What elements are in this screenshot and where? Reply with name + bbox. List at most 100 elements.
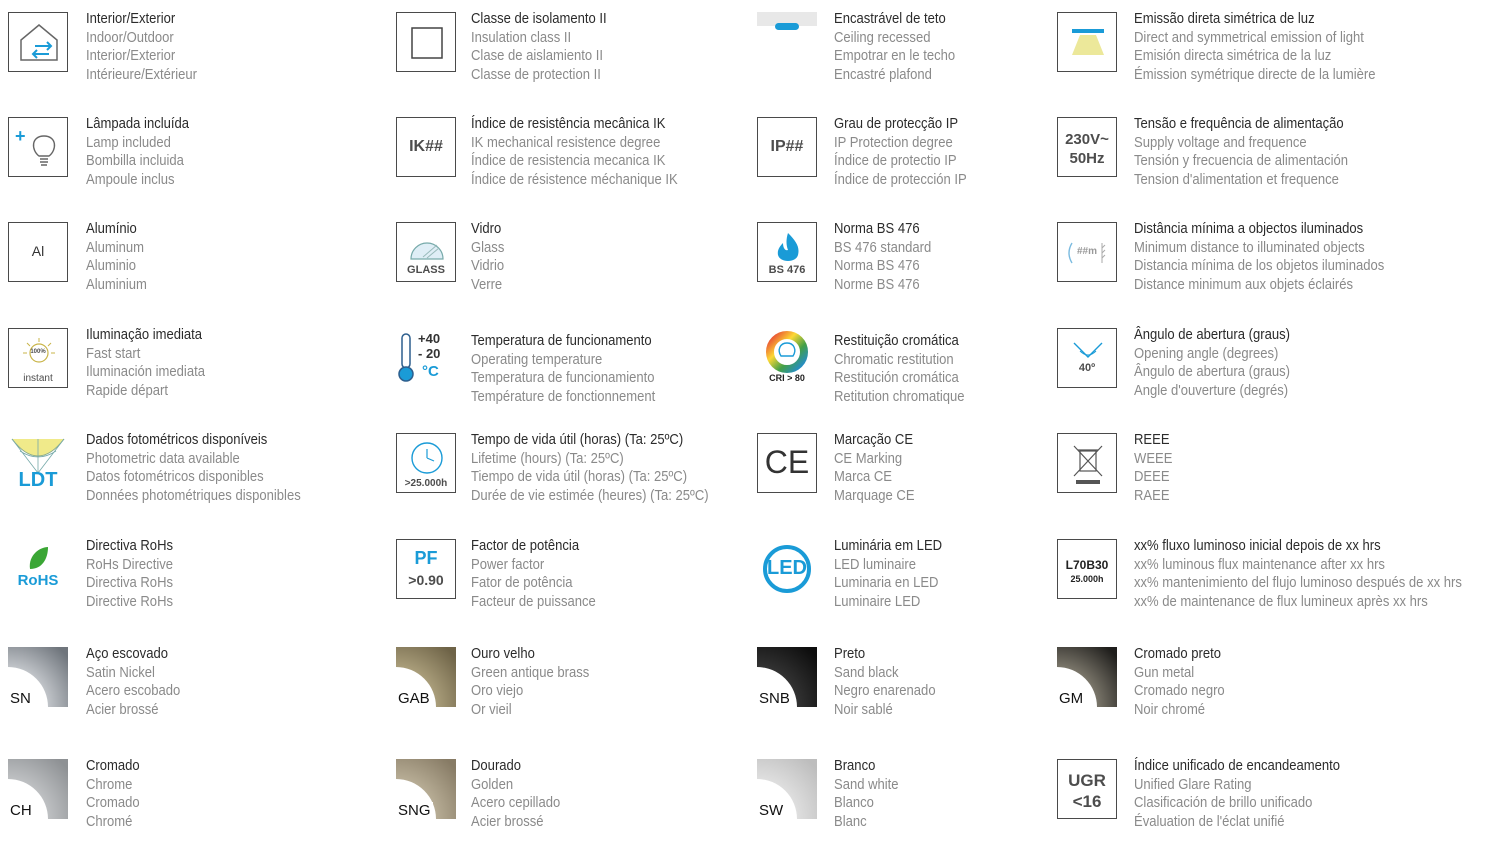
legend-label-group: Alumínio Aluminum Aluminio Aluminium [86,220,147,294]
badge-text: CRI > 80 [769,373,805,383]
label-translation: Acero cepillado [471,795,561,812]
badge-text: +40- 20 [418,331,441,361]
legend-item: Interior/Exterior Indoor/Outdoor Interior/… [8,10,368,112]
label-translation: Datos fotométricos disponibles [86,469,264,486]
legend-label-group: Tensão e frequência de alimentação Supply… [1134,115,1348,189]
legend-item: SN Aço escovado Satin Nickel Acero escobado… [8,645,368,747]
ik-rating-icon: IK## [396,117,456,177]
finish-code: CH [8,802,34,819]
legend-label-group: Aço escovado Satin Nickel Acero escobado Ac… [86,645,180,719]
label-translation: Luminaire LED [834,593,921,610]
label-translation: Encastré plafond [834,66,932,83]
legend-label-group: Iluminação imediata Fast start Iluminación… [86,326,205,400]
indoor-outdoor-icon [8,12,68,72]
label-translation: Sand white [834,776,899,793]
label-primary: xx% fluxo luminoso inicial depois de xx … [1134,538,1381,554]
label-primary: Dados fotométricos disponíveis [86,432,268,448]
finish-code: GM [1057,690,1086,707]
legend-label-group: Emissão direta simétrica de luz Direct an… [1134,10,1376,84]
label-primary: Encastrável de teto [834,11,946,27]
label-primary: Temperatura de funcionamento [471,333,652,349]
legend-label-group: Luminária em LED LED luminaire Luminaria e… [834,537,942,611]
photometric-data-icon: LDT [8,433,68,493]
label-primary: Tensão e frequência de alimentação [1134,116,1344,132]
label-translation: Operating temperature [471,351,603,368]
label-primary: Índice unificado de encandeamento [1134,758,1341,774]
glass-icon: GLASS [396,222,456,282]
legend-item: +40- 20 °C Temperatura de funcionamento Op… [396,328,756,428]
label-primary: Preto [834,646,866,662]
label-translation: Directiva RoHs [86,575,174,592]
label-translation: Tensión y frecuencia de alimentación [1134,153,1349,170]
led-luminaire-icon: LED [757,539,817,599]
legend-label-group: Ouro velho Green antique brass Oro viejo Or… [471,645,589,719]
finish-code: SNG [396,802,433,819]
label-translation: Aluminio [86,258,137,275]
power-factor-icon: PF >0.90 [396,539,456,599]
label-translation: Fator de potência [471,575,573,592]
label-translation: Satin Nickel [86,664,155,681]
badge-text: PF [414,548,438,568]
label-translation: Photometric data available [86,450,240,467]
instant-start-icon: 100% instant [8,328,68,388]
legend-label-group: Vidro Glass Vidrio Verre [471,220,504,294]
legend-label-group: Tempo de vida útil (horas) (Ta: 25ºC) Lif… [471,431,709,505]
label-translation: Retitution chromatique [834,388,965,405]
finish-code: SNB [757,690,792,707]
badge-text: GLASS [407,264,445,276]
legend-label-group: Directiva RoHs RoHs Directive Directiva Ro… [86,537,173,611]
legend-label-group: Preto Sand black Negro enarenado Noir sablé [834,645,936,719]
label-translation: CE Marking [834,450,903,467]
label-translation: Power factor [471,556,545,573]
label-translation: Norme BS 476 [834,276,920,293]
badge-text-2: 25.000h [1070,574,1104,584]
label-translation: Interior/Exterior [86,48,176,65]
label-translation: Ampoule inclus [86,171,175,188]
lifetime-clock-icon: >25.000h [396,433,456,493]
badge-text: IK## [409,138,443,155]
legend-item: GLASS Vidro Glass Vidrio Verre [396,220,756,322]
label-translation: Minimum distance to illuminated objects [1134,239,1365,256]
label-translation: Unified Glare Rating [1134,776,1252,793]
legend-item: PF >0.90 Factor de potência Power factor Fa… [396,538,756,639]
label-translation: Iluminación imediata [86,364,205,381]
finish-swatch-icon: GM [1057,647,1117,707]
legend-item: CH Cromado Chrome Cromado Chromé [8,757,368,859]
label-translation: BS 476 standard [834,239,932,256]
finish-swatch-icon: SNB [757,647,817,707]
label-primary: Ouro velho [471,646,535,662]
legend-item: + Lâmpada incluída Lamp included Bombilla … [8,116,368,217]
label-primary: Directiva RoHs [86,538,174,554]
label-translation: Clase de aislamiento II [471,48,604,65]
label-primary: Ângulo de abertura (graus) [1134,327,1290,343]
legend-label-group: Cromado preto Gun metal Cromado negro Noir … [1134,645,1225,719]
label-translation: Aluminum [86,239,145,256]
legend-label-group: Ângulo de abertura (graus) Opening angle … [1134,326,1290,400]
label-translation: xx% mantenimiento del flujo luminoso des… [1134,575,1462,592]
badge-text: >25.000h [404,478,448,489]
label-translation: Lifetime (hours) (Ta: 25ºC) [471,450,624,467]
label-primary: Classe de isolamento II [471,11,607,27]
label-translation: Gun metal [1134,664,1195,681]
legend-label-group: Restituição cromática Chromatic restituti… [834,332,965,406]
finish-swatch-icon: GAB [396,647,456,707]
legend-label-group: Cromado Chrome Cromado Chromé [86,757,140,831]
ip-rating-icon: IP## [757,117,817,177]
label-translation: Supply voltage and frequence [1134,134,1307,151]
label-primary: Factor de potência [471,538,580,554]
label-translation: Ângulo de abertura (graus) [1134,364,1290,381]
legend-label-group: Interior/Exterior Indoor/Outdoor Interior/… [86,10,197,84]
label-primary: Norma BS 476 [834,221,920,237]
badge-text-2: >0.90 [408,572,444,588]
legend-item: ##m Distância mínima a objectos iluminado… [1057,221,1417,322]
label-translation: Noir sablé [834,701,893,718]
label-translation: Empotrar en le techo [834,48,956,65]
badge-text: UGR <16 [1068,771,1106,811]
label-primary: Índice de resistência mecânica IK [471,116,666,132]
label-translation: Emisión directa simétrica de la luz [1134,48,1332,65]
badge-text: IP## [770,138,804,155]
finish-code: GAB [396,690,432,707]
label-translation: Golden [471,776,514,793]
label-translation: Chromatic restitution [834,351,954,368]
min-distance-icon: ##m [1057,222,1117,282]
